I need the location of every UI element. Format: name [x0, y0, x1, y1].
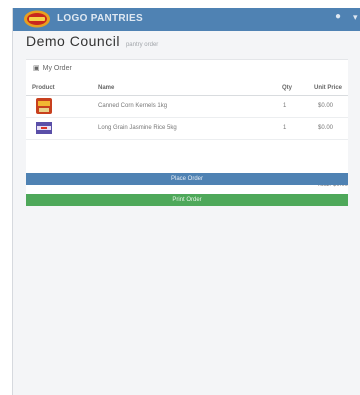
item-name: Canned Corn Kernels 1kg	[98, 103, 168, 109]
order-table: Product Name Qty Unit Price Canned Corn …	[26, 82, 348, 140]
column-header-product: Product	[32, 85, 55, 91]
item-qty: 1	[283, 103, 287, 109]
cart-icon: ▣	[33, 65, 40, 72]
page-subtitle: pantry order	[125, 42, 159, 48]
nav-actions: ● ▾	[335, 12, 359, 23]
top-navbar: LOGO PANTRIES ● ▾	[13, 8, 360, 31]
order-label: ▣ My Order	[33, 64, 72, 73]
place-order-button[interactable]: Place Order	[26, 173, 348, 185]
table-header: Product Name Qty Unit Price	[26, 82, 348, 96]
item-qty: 1	[283, 125, 287, 131]
column-header-price: Unit Price	[314, 85, 343, 91]
brand-logo-icon[interactable]	[23, 10, 51, 28]
brand-name[interactable]: LOGO PANTRIES	[57, 13, 143, 24]
print-order-button[interactable]: Print Order	[26, 194, 348, 206]
item-price: $0.00	[318, 103, 334, 109]
item-price: $0.00	[318, 125, 334, 131]
table-row[interactable]: Canned Corn Kernels 1kg 1 $0.00	[26, 96, 348, 118]
page-title: Demo Council	[26, 33, 120, 49]
product-thumbnail-icon	[36, 98, 52, 114]
user-icon[interactable]: ●	[335, 12, 345, 22]
page-header: Demo Council pantry order	[26, 33, 158, 49]
product-thumbnail-icon	[36, 122, 52, 134]
order-label-text: My Order	[42, 64, 72, 72]
item-name: Long Grain Jasmine Rice 5kg	[98, 125, 177, 131]
column-header-qty: Qty	[282, 85, 293, 91]
table-row[interactable]: Long Grain Jasmine Rice 5kg 1 $0.00	[26, 118, 348, 140]
caret-down-icon[interactable]: ▾	[353, 12, 359, 22]
column-header-name: Name	[98, 85, 115, 91]
